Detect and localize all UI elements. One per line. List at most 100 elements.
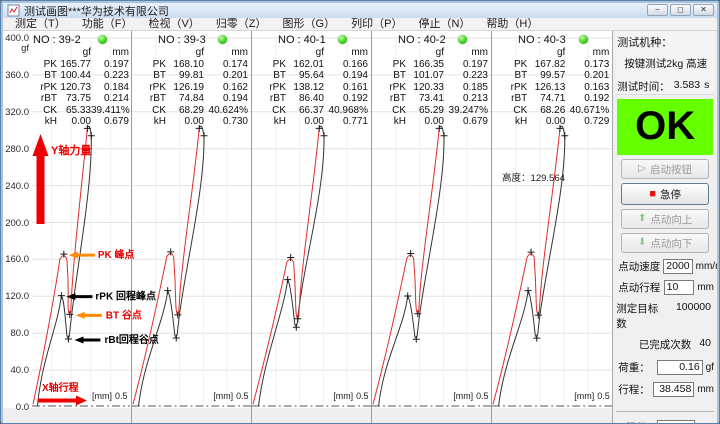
panel-number: NO : 39-2 [33,34,131,46]
datapoint-cross [404,292,411,299]
titlebar[interactable]: 测试画图***华为技术有限公司 − ◻ ✕ [3,3,717,18]
measure-row-PK: PK165.770.197 [31,59,129,71]
table-col-headers: gfmm [497,47,609,59]
press-curve [373,128,439,404]
estop-button[interactable]: ■ 急停 [621,183,709,205]
measure-row-CK: CK68.2640.671% [497,105,609,117]
chart-panel-40-2: NO : 40-2 [mm]0.5 gfmmPK166.350.197BT101… [372,31,492,423]
datapoint-cross [321,132,328,139]
start-button: ▷ 启动按钮 [621,159,709,179]
press-curve [493,128,560,404]
col-header-gf: gf [166,47,204,59]
jog-stroke-input[interactable]: 10 [664,280,695,295]
x-axis-end-label: 0.5 [115,391,128,401]
col-header-mm: mm [324,47,368,59]
col-header-gf: gf [406,47,444,59]
return-curve [259,126,324,406]
x-axis-unit-label: [mm] [574,391,594,401]
measure-row-rPK: rPK126.190.162 [136,82,248,94]
menu-item-4[interactable]: 归零（Z） [208,18,275,30]
measure-row-kH: kH0.000.730 [136,116,248,128]
jog-speed-input[interactable]: 2000 [663,259,692,274]
y-axis-tick: 40.0 [3,366,29,376]
jog-stroke-unit: mm [697,282,714,293]
minimize-button[interactable]: − [647,4,668,16]
jog-stroke-row: 点动行程 10 mm [616,280,714,295]
col-header-mm: mm [91,47,129,59]
y-axis-arrow-icon [33,134,49,224]
test-time-label: 测试时间： [617,79,670,94]
jog-speed-unit: mm/m [696,261,717,272]
panel-number: NO : 40-3 [518,34,612,46]
table-col-headers: gfmm [376,47,488,59]
table-col-headers: gfmm [31,47,129,59]
menu-item-1[interactable]: 测定（T） [7,18,74,30]
test-time-row: 测试时间： 3.583 s [617,79,713,94]
target-count-value: 100000 [676,301,711,331]
menu-item-2[interactable]: 功能（F） [74,18,141,30]
done-count-label: 已完成次数 [639,337,692,352]
sidebar-divider [616,411,714,412]
play-icon: ▷ [638,164,646,174]
measurements-table: gfmmPK167.820.173BT99.570.201rPK126.130.… [497,47,609,128]
done-count-value: 40 [699,337,711,352]
annotation-y-axis: Y轴力量 [51,143,91,157]
x-stroke-row: X行程： 181.36 mm [616,420,714,423]
col-header-mm: mm [204,47,248,59]
x-axis-unit-label: [mm] [213,391,233,401]
col-header-gf: gf [527,47,565,59]
measure-row-rPK: rPK138.120.161 [256,82,368,94]
x-axis-unit-label: [mm] [453,391,473,401]
load-row: 荷重： 0.16 gf [616,360,714,375]
press-curve [133,128,199,404]
start-button-label: 启动按钮 [650,162,692,177]
menu-item-6[interactable]: 列印（P） [343,18,410,30]
target-count-label: 测定目标数 [616,301,668,331]
measure-row-PK: PK162.010.166 [256,59,368,71]
menu-item-8[interactable]: 帮助（H） [478,18,546,30]
x-axis-end-label: 0.5 [356,391,368,401]
measure-row-PK: PK166.350.197 [376,59,488,71]
chart-region: NO : 39-2 [mm]0.5Y轴力量PK 峰点rPK 回程峰点BT 谷点r… [3,31,612,423]
menubar: 测定（T）功能（F）检视（V）归零（Z）图形（G）列印（P）停止（N）帮助（H） [3,18,717,31]
measure-row-rPK: rPK126.130.163 [497,82,609,94]
datapoint-cross [441,132,448,139]
measure-row-rBT: rBT74.710.192 [497,93,609,105]
y-axis-tick: 320.0 [3,108,29,118]
x-axis-end-label: 0.5 [476,391,488,401]
return-curve [379,126,444,406]
status-led [458,35,467,44]
status-led [338,35,347,44]
test-time-value: 3.583 [674,79,700,94]
measure-row-rBT: rBT73.750.214 [31,93,129,105]
datapoint-cross [413,336,420,343]
menu-item-3[interactable]: 检视（V） [140,18,207,30]
main-content: NO : 39-2 [mm]0.5Y轴力量PK 峰点rPK 回程峰点BT 谷点r… [3,31,717,423]
return-curve [499,126,565,406]
x-axis-end-label: 0.5 [236,391,248,401]
machine-type-value: 按键测试2kg 高速 [624,56,713,71]
menu-item-5[interactable]: 图形（G） [275,18,344,30]
datapoint-cross [293,324,300,331]
datapoint-cross [58,292,65,299]
x-stroke-unit: mm [698,422,715,423]
y-axis-tick: 120.0 [3,292,29,302]
jog-speed-label: 点动速度 [618,259,660,274]
menu-item-7[interactable]: 停止（N） [410,18,478,30]
datapoint-cross [173,334,180,341]
stroke-unit: mm [697,384,714,395]
status-led [98,35,107,44]
chart-panel-40-3: NO : 40-3 [mm]0.5高度：129.564 gfmmPK167.82… [492,31,612,423]
close-button[interactable]: ✕ [693,4,714,16]
datapoint-cross [533,335,540,342]
measurements-table: gfmmPK165.770.197BT100.440.223rPK120.730… [31,47,129,128]
y-axis-tick: 80.0 [3,329,29,339]
status-led [218,35,227,44]
maximize-button[interactable]: ◻ [670,4,691,16]
estop-button-label: 急停 [660,187,681,202]
annotation-arrow-left [76,312,102,319]
annotation-rpk: rPK 回程峰点 [95,290,156,303]
measure-row-kH: kH0.000.679 [31,116,129,128]
datapoint-cross [561,132,568,139]
press-curve [253,128,319,404]
